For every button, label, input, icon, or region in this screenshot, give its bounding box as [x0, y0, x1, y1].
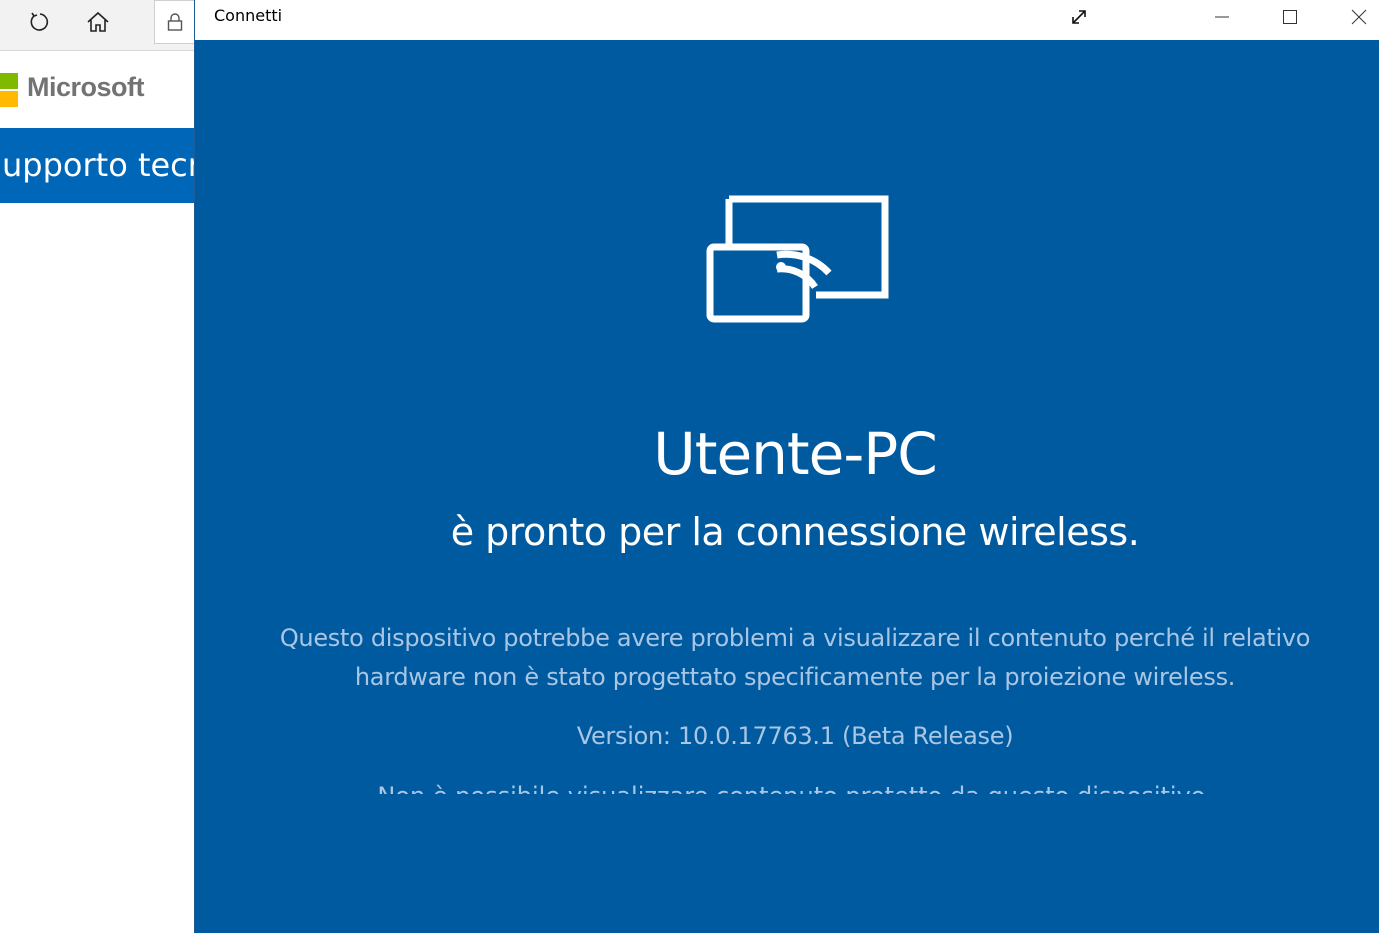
clipped-message: Non è possibile visualizzare contenuto p…: [325, 782, 1265, 794]
connetti-window: Connetti Utente-PC è pronto per la conne…: [194, 0, 1379, 933]
expand-icon: [1072, 10, 1086, 24]
support-banner: upporto tecr: [0, 128, 195, 203]
device-name: Utente-PC: [653, 420, 937, 488]
browser-toolbar: [0, 0, 195, 51]
window-title: Connetti: [214, 6, 283, 25]
microsoft-logo[interactable]: [0, 73, 19, 107]
maximize-icon: [1283, 10, 1297, 24]
refresh-button[interactable]: [19, 4, 59, 40]
minimize-icon: [1215, 16, 1229, 18]
refresh-icon: [30, 12, 49, 31]
hardware-warning: Questo dispositivo potrebbe avere proble…: [279, 624, 1311, 691]
version-label: Version: 10.0.17763.1 (Beta Release): [576, 722, 1014, 750]
connetti-content: Utente-PC è pronto per la connessione wi…: [195, 40, 1379, 933]
wireless-display-icon: [706, 195, 889, 323]
clipped-message-text: Non è possibile visualizzare contenuto p…: [325, 782, 1265, 794]
lock-icon: [167, 13, 183, 31]
close-icon: [1351, 9, 1367, 25]
background-browser: Microsoft upporto tecr: [0, 0, 195, 933]
ready-message: è pronto per la connessione wireless.: [450, 510, 1140, 554]
home-icon: [87, 11, 109, 32]
minimize-button[interactable]: [1201, 0, 1243, 34]
maximize-button[interactable]: [1269, 0, 1311, 34]
address-bar[interactable]: [154, 0, 195, 44]
microsoft-wordmark[interactable]: Microsoft: [27, 72, 145, 103]
home-button[interactable]: [78, 4, 118, 40]
expand-button[interactable]: [1063, 0, 1095, 34]
support-banner-text: upporto tecr: [2, 146, 195, 184]
close-button[interactable]: [1338, 0, 1379, 34]
screen: Microsoft upporto tecr Connetti Utente-P…: [0, 0, 1379, 933]
title-bar: Connetti: [195, 0, 1379, 40]
